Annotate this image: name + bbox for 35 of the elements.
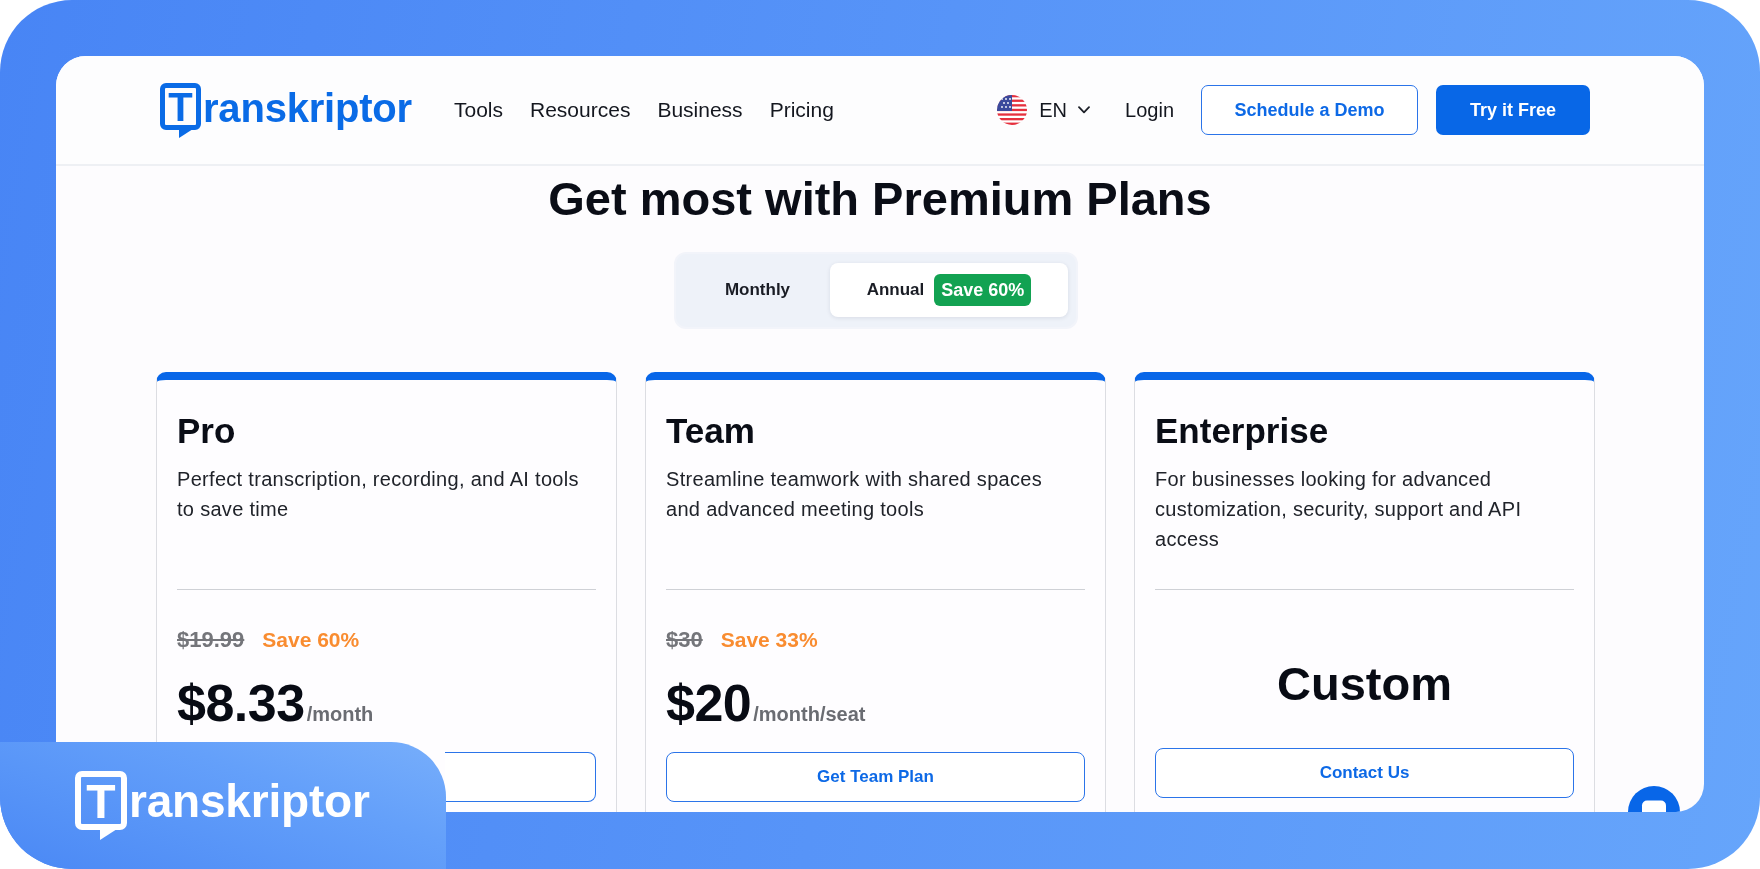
discount-badge: Save 60% (934, 274, 1032, 306)
plan-description: For businesses looking for advanced customization, security, support and API access (1155, 467, 1523, 552)
discount-label: Save 60% (262, 627, 360, 653)
logo-mark: T (75, 771, 127, 840)
plan-name: Pro (177, 410, 237, 451)
price-amount: $8.33 (177, 673, 305, 733)
plan-button[interactable]: Contact Us (1155, 748, 1574, 798)
logo-text[interactable]: ranskriptor (203, 87, 412, 128)
plan-description: Perfect transcription, recording, and AI tools to save time (177, 467, 580, 522)
billing-tab[interactable]: Annual Save 60% (830, 263, 1068, 317)
nav-link[interactable]: Pricing (769, 98, 834, 122)
billing-tab[interactable]: Monthly (685, 263, 830, 317)
plan-description: Streamline teamwork with shared spaces and advanced meeting tools (666, 467, 1043, 522)
chat-icon[interactable] (1628, 786, 1680, 812)
language-selector[interactable]: EN (997, 95, 1091, 125)
plan-name: Team (666, 410, 756, 451)
pricing-title: Get most with Premium Plans (548, 171, 1212, 227)
schedule-demo-button[interactable]: Schedule a Demo (1201, 85, 1418, 135)
plan-button[interactable] (445, 752, 596, 802)
price-period: /month (306, 702, 374, 726)
price-period: /month/seat (753, 702, 866, 726)
nav-link[interactable]: Business (657, 98, 743, 122)
nav-link[interactable]: Resources (530, 98, 631, 122)
old-price: $19.99 (177, 627, 245, 653)
discount-label: Save 33% (720, 627, 818, 653)
price-amount: $20 (666, 673, 752, 733)
flag-icon (997, 95, 1028, 125)
price-amount: Custom (1277, 656, 1452, 712)
old-price: $30 (666, 627, 703, 653)
nav-link[interactable]: Tools (454, 98, 503, 122)
try-free-button[interactable]: Try it Free (1436, 85, 1590, 135)
plan-button[interactable]: Get Team Plan (666, 752, 1085, 802)
login-link[interactable]: Login (1125, 98, 1174, 122)
plan-name: Enterprise (1155, 410, 1330, 451)
chevron-down-icon (1078, 106, 1091, 114)
